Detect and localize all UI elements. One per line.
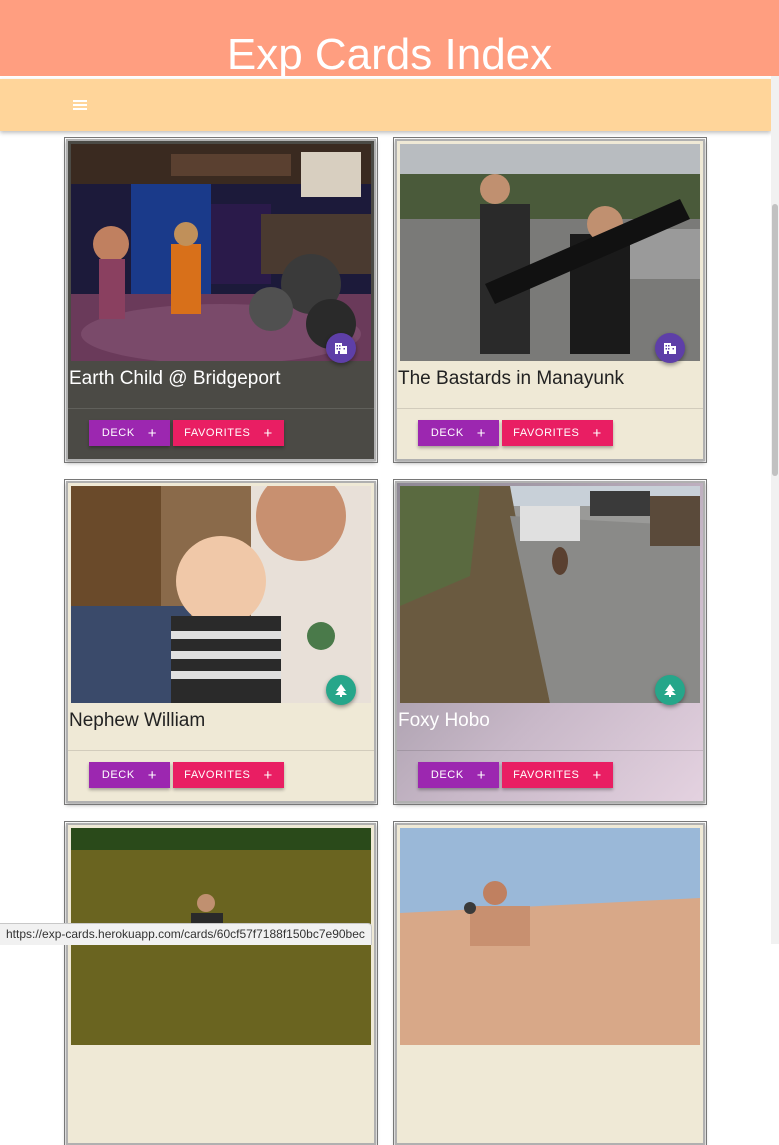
plus-icon: + — [263, 424, 273, 442]
nature-badge-button[interactable] — [655, 675, 685, 705]
card-earth-child[interactable]: Earth Child @ Bridgeport DECK + FAVORITE… — [64, 137, 378, 463]
add-to-favorites-button[interactable]: FAVORITES + — [173, 762, 284, 788]
title-bar: Exp Cards Index — [0, 0, 779, 76]
tree-icon — [335, 684, 347, 697]
dune-photo-image — [400, 828, 700, 1045]
add-to-deck-button[interactable]: DECK + — [418, 762, 499, 788]
page-title: Exp Cards Index — [226, 30, 553, 76]
plus-icon: + — [476, 766, 487, 784]
card-photo[interactable] — [400, 486, 700, 703]
card-photo[interactable] — [71, 486, 371, 703]
card-foxy-hobo[interactable]: Foxy Hobo DECK + FAVORITES + — [393, 479, 707, 805]
card-title[interactable]: Earth Child @ Bridgeport — [69, 367, 281, 391]
favorites-button-label: FAVORITES — [513, 769, 580, 781]
card-divider — [68, 750, 374, 751]
plus-icon: + — [476, 424, 487, 442]
status-bar-url: https://exp-cards.herokuapp.com/cards/60… — [0, 923, 372, 945]
deck-button-label: DECK — [430, 769, 464, 781]
scrollbar[interactable] — [771, 76, 779, 944]
deck-button-label: DECK — [101, 769, 135, 781]
card-lake[interactable] — [64, 821, 378, 1145]
building-icon — [664, 343, 676, 354]
card-photo[interactable] — [400, 144, 700, 361]
plus-icon: + — [263, 766, 273, 784]
card-title[interactable]: The Bastards in Manayunk — [398, 367, 624, 391]
scrollbar-thumb[interactable] — [772, 204, 778, 476]
card-title[interactable]: Nephew William — [69, 709, 205, 733]
plus-icon: + — [147, 424, 158, 442]
nature-badge-button[interactable] — [326, 675, 356, 705]
add-to-deck-button[interactable]: DECK + — [89, 420, 170, 446]
add-to-favorites-button[interactable]: FAVORITES + — [502, 762, 613, 788]
building-icon — [335, 343, 347, 354]
city-badge-button[interactable] — [326, 333, 356, 363]
add-to-favorites-button[interactable]: FAVORITES + — [502, 420, 613, 446]
plus-icon: + — [147, 766, 158, 784]
plus-icon: + — [592, 766, 602, 784]
guitar-case-photo-image — [400, 144, 700, 361]
band-photo-image — [71, 144, 371, 361]
card-the-bastards[interactable]: The Bastards in Manayunk DECK + FAVORITE… — [393, 137, 707, 463]
child-photo-image — [71, 486, 371, 703]
deck-button-label: DECK — [430, 427, 464, 439]
fox-photo-image — [400, 486, 700, 703]
nav-bar — [0, 79, 771, 131]
card-photo[interactable] — [71, 144, 371, 361]
favorites-button-label: FAVORITES — [513, 427, 580, 439]
plus-icon: + — [592, 424, 602, 442]
card-photo[interactable] — [400, 828, 700, 1045]
deck-button-label: DECK — [101, 427, 135, 439]
city-badge-button[interactable] — [655, 333, 685, 363]
favorites-button-label: FAVORITES — [184, 427, 251, 439]
tree-icon — [664, 684, 676, 697]
hamburger-menu-icon[interactable] — [73, 100, 87, 110]
favorites-button-label: FAVORITES — [184, 769, 251, 781]
add-to-favorites-button[interactable]: FAVORITES + — [173, 420, 284, 446]
add-to-deck-button[interactable]: DECK + — [418, 420, 499, 446]
card-divider — [397, 750, 703, 751]
card-title[interactable]: Foxy Hobo — [398, 709, 490, 733]
card-divider — [397, 408, 703, 409]
add-to-deck-button[interactable]: DECK + — [89, 762, 170, 788]
card-divider — [68, 408, 374, 409]
card-nephew-william[interactable]: Nephew William DECK + FAVORITES + — [64, 479, 378, 805]
card-dune[interactable] — [393, 821, 707, 1145]
